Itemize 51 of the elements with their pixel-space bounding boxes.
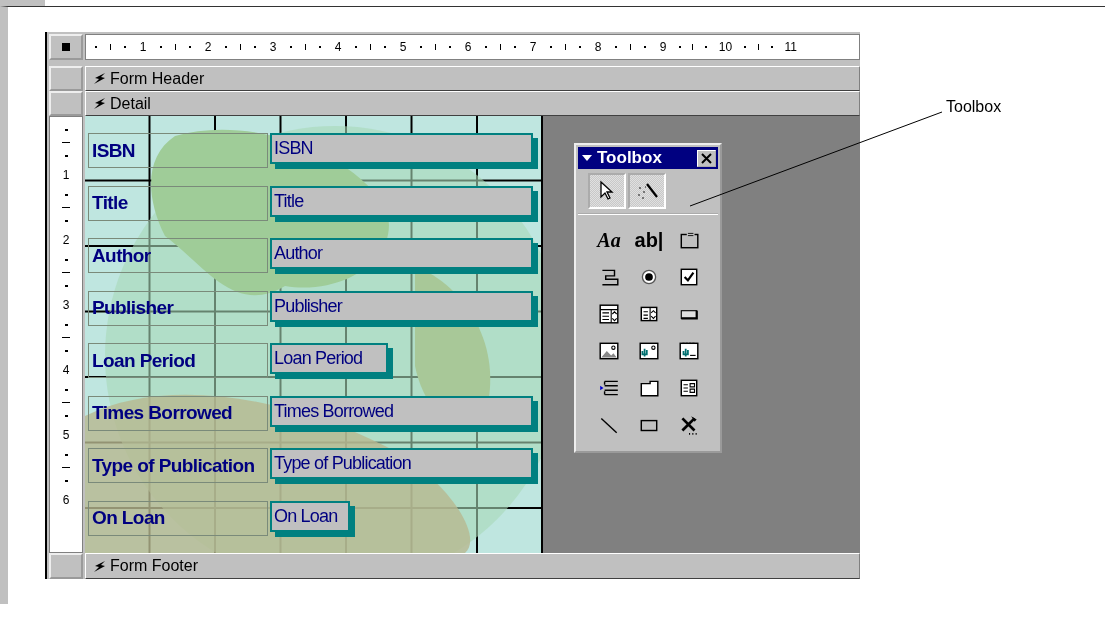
section-bar[interactable]: Form Header — [85, 66, 860, 91]
combo-box-icon — [598, 303, 620, 325]
toolbox-title: Toolbox — [597, 148, 663, 168]
field-label[interactable]: On Loan — [88, 500, 268, 536]
section-title: Detail — [110, 94, 151, 113]
ruler-number: 2 — [204, 40, 212, 54]
ruler-number: 5 — [399, 40, 407, 54]
ruler-number: 4 — [62, 363, 70, 378]
field-label[interactable]: Title — [88, 185, 268, 221]
frame-icon — [678, 229, 700, 251]
pointer-icon — [597, 180, 617, 202]
section-bar[interactable]: Detail — [85, 91, 860, 116]
field-label[interactable]: Publisher — [88, 290, 268, 326]
section-title: Form Footer — [110, 557, 198, 575]
field-label[interactable]: Times Borrowed — [88, 395, 268, 431]
picture-icon — [598, 340, 620, 362]
close-button[interactable] — [697, 149, 716, 167]
section-bar[interactable]: Form Footer — [85, 553, 860, 579]
ruler-number: 4 — [334, 40, 342, 54]
callout-label: Toolbox — [946, 98, 1002, 116]
dropdown-arrow-icon — [582, 155, 592, 161]
label-tool-button[interactable]: Aa — [592, 223, 626, 257]
textbox-tool-button[interactable]: ab| — [632, 223, 666, 257]
object-frame-icon — [638, 340, 660, 362]
section-title: Form Header — [110, 69, 205, 88]
ruler-number: 7 — [529, 40, 537, 54]
tools-icon — [678, 414, 700, 436]
toolbox-title-bar[interactable]: Toolbox — [578, 147, 718, 169]
wizard-toggle-button[interactable] — [628, 173, 666, 209]
ruler-number: 8 — [594, 40, 602, 54]
ruler-number: 11 — [784, 40, 798, 54]
ruler-number: 1 — [62, 168, 70, 183]
bound-object-frame-icon — [678, 340, 700, 362]
checkbox-icon — [678, 266, 700, 288]
ruler-number: 9 — [659, 40, 667, 54]
ruler-number: 1 — [139, 40, 147, 54]
field-label[interactable]: Type of Publication — [88, 448, 268, 483]
field-label[interactable]: Loan Period — [88, 343, 268, 378]
ruler-number: 5 — [62, 428, 70, 443]
subform-icon — [678, 377, 700, 399]
ruler-number: 6 — [62, 493, 70, 508]
ruler-number: 3 — [62, 298, 70, 313]
ruler-number: 10 — [718, 40, 733, 54]
ruler-number: 6 — [464, 40, 472, 54]
field-label[interactable]: Author — [88, 238, 268, 273]
close-icon — [701, 152, 712, 164]
ruler-number: 3 — [269, 40, 277, 54]
ruler-number: 2 — [62, 233, 70, 248]
select-toggle-button[interactable] — [588, 173, 626, 209]
form-selector-button[interactable] — [49, 34, 83, 60]
field-label[interactable]: ISBN — [88, 133, 268, 168]
